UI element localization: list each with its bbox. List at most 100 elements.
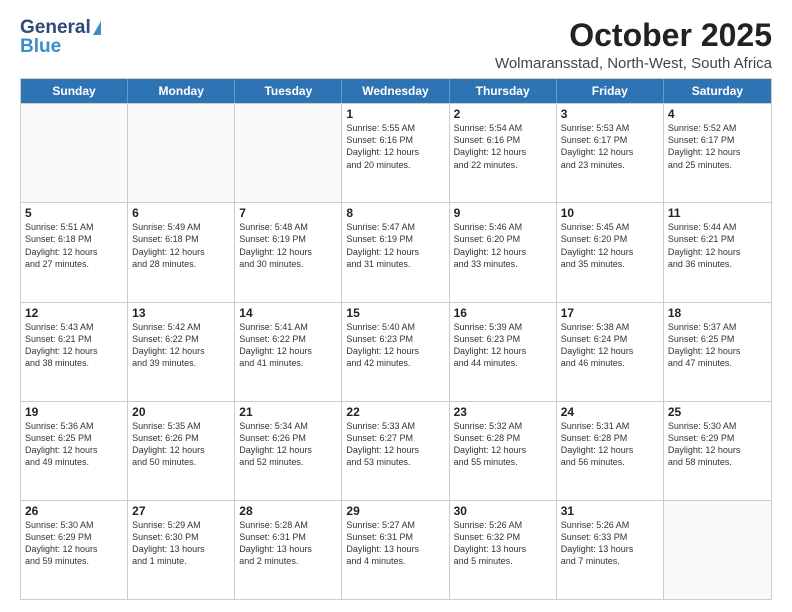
day-info: Sunrise: 5:26 AM Sunset: 6:32 PM Dayligh…: [454, 519, 552, 568]
table-row: 11Sunrise: 5:44 AM Sunset: 6:21 PM Dayli…: [664, 203, 771, 301]
day-number: 4: [668, 107, 767, 121]
table-row: 5Sunrise: 5:51 AM Sunset: 6:18 PM Daylig…: [21, 203, 128, 301]
day-info: Sunrise: 5:53 AM Sunset: 6:17 PM Dayligh…: [561, 122, 659, 171]
logo-blue: Blue: [20, 37, 61, 58]
day-info: Sunrise: 5:42 AM Sunset: 6:22 PM Dayligh…: [132, 321, 230, 370]
weekday-header-sunday: Sunday: [21, 79, 128, 103]
day-number: 23: [454, 405, 552, 419]
day-info: Sunrise: 5:51 AM Sunset: 6:18 PM Dayligh…: [25, 221, 123, 270]
day-number: 17: [561, 306, 659, 320]
day-number: 12: [25, 306, 123, 320]
day-number: 14: [239, 306, 337, 320]
day-number: 25: [668, 405, 767, 419]
day-info: Sunrise: 5:29 AM Sunset: 6:30 PM Dayligh…: [132, 519, 230, 568]
table-row: [664, 501, 771, 599]
day-number: 13: [132, 306, 230, 320]
calendar-week-3: 12Sunrise: 5:43 AM Sunset: 6:21 PM Dayli…: [21, 302, 771, 401]
day-number: 8: [346, 206, 444, 220]
table-row: 24Sunrise: 5:31 AM Sunset: 6:28 PM Dayli…: [557, 402, 664, 500]
day-number: 21: [239, 405, 337, 419]
page-header: General Blue October 2025 Wolmaransstad,…: [20, 18, 772, 72]
day-number: 15: [346, 306, 444, 320]
day-info: Sunrise: 5:44 AM Sunset: 6:21 PM Dayligh…: [668, 221, 767, 270]
calendar-grid: SundayMondayTuesdayWednesdayThursdayFrid…: [20, 78, 772, 600]
weekday-header-wednesday: Wednesday: [342, 79, 449, 103]
day-number: 16: [454, 306, 552, 320]
day-number: 3: [561, 107, 659, 121]
month-title: October 2025: [495, 18, 772, 53]
day-info: Sunrise: 5:43 AM Sunset: 6:21 PM Dayligh…: [25, 321, 123, 370]
table-row: 29Sunrise: 5:27 AM Sunset: 6:31 PM Dayli…: [342, 501, 449, 599]
table-row: 18Sunrise: 5:37 AM Sunset: 6:25 PM Dayli…: [664, 303, 771, 401]
day-info: Sunrise: 5:35 AM Sunset: 6:26 PM Dayligh…: [132, 420, 230, 469]
table-row: 13Sunrise: 5:42 AM Sunset: 6:22 PM Dayli…: [128, 303, 235, 401]
day-number: 27: [132, 504, 230, 518]
weekday-header-row: SundayMondayTuesdayWednesdayThursdayFrid…: [21, 79, 771, 103]
day-info: Sunrise: 5:54 AM Sunset: 6:16 PM Dayligh…: [454, 122, 552, 171]
day-info: Sunrise: 5:26 AM Sunset: 6:33 PM Dayligh…: [561, 519, 659, 568]
day-info: Sunrise: 5:48 AM Sunset: 6:19 PM Dayligh…: [239, 221, 337, 270]
calendar-week-5: 26Sunrise: 5:30 AM Sunset: 6:29 PM Dayli…: [21, 500, 771, 599]
table-row: 30Sunrise: 5:26 AM Sunset: 6:32 PM Dayli…: [450, 501, 557, 599]
table-row: 27Sunrise: 5:29 AM Sunset: 6:30 PM Dayli…: [128, 501, 235, 599]
table-row: 14Sunrise: 5:41 AM Sunset: 6:22 PM Dayli…: [235, 303, 342, 401]
day-number: 1: [346, 107, 444, 121]
table-row: 31Sunrise: 5:26 AM Sunset: 6:33 PM Dayli…: [557, 501, 664, 599]
day-info: Sunrise: 5:49 AM Sunset: 6:18 PM Dayligh…: [132, 221, 230, 270]
day-number: 6: [132, 206, 230, 220]
table-row: 7Sunrise: 5:48 AM Sunset: 6:19 PM Daylig…: [235, 203, 342, 301]
calendar-week-2: 5Sunrise: 5:51 AM Sunset: 6:18 PM Daylig…: [21, 202, 771, 301]
table-row: 15Sunrise: 5:40 AM Sunset: 6:23 PM Dayli…: [342, 303, 449, 401]
day-number: 7: [239, 206, 337, 220]
table-row: 21Sunrise: 5:34 AM Sunset: 6:26 PM Dayli…: [235, 402, 342, 500]
day-info: Sunrise: 5:30 AM Sunset: 6:29 PM Dayligh…: [668, 420, 767, 469]
day-info: Sunrise: 5:34 AM Sunset: 6:26 PM Dayligh…: [239, 420, 337, 469]
table-row: 12Sunrise: 5:43 AM Sunset: 6:21 PM Dayli…: [21, 303, 128, 401]
weekday-header-monday: Monday: [128, 79, 235, 103]
day-info: Sunrise: 5:39 AM Sunset: 6:23 PM Dayligh…: [454, 321, 552, 370]
day-info: Sunrise: 5:46 AM Sunset: 6:20 PM Dayligh…: [454, 221, 552, 270]
day-number: 19: [25, 405, 123, 419]
table-row: 17Sunrise: 5:38 AM Sunset: 6:24 PM Dayli…: [557, 303, 664, 401]
table-row: 20Sunrise: 5:35 AM Sunset: 6:26 PM Dayli…: [128, 402, 235, 500]
table-row: 19Sunrise: 5:36 AM Sunset: 6:25 PM Dayli…: [21, 402, 128, 500]
day-info: Sunrise: 5:55 AM Sunset: 6:16 PM Dayligh…: [346, 122, 444, 171]
weekday-header-friday: Friday: [557, 79, 664, 103]
weekday-header-saturday: Saturday: [664, 79, 771, 103]
day-info: Sunrise: 5:36 AM Sunset: 6:25 PM Dayligh…: [25, 420, 123, 469]
logo-triangle-icon: [93, 21, 101, 35]
day-info: Sunrise: 5:47 AM Sunset: 6:19 PM Dayligh…: [346, 221, 444, 270]
table-row: 26Sunrise: 5:30 AM Sunset: 6:29 PM Dayli…: [21, 501, 128, 599]
day-info: Sunrise: 5:28 AM Sunset: 6:31 PM Dayligh…: [239, 519, 337, 568]
location-subtitle: Wolmaransstad, North-West, South Africa: [495, 55, 772, 72]
day-info: Sunrise: 5:32 AM Sunset: 6:28 PM Dayligh…: [454, 420, 552, 469]
day-info: Sunrise: 5:52 AM Sunset: 6:17 PM Dayligh…: [668, 122, 767, 171]
day-info: Sunrise: 5:37 AM Sunset: 6:25 PM Dayligh…: [668, 321, 767, 370]
day-number: 22: [346, 405, 444, 419]
day-info: Sunrise: 5:40 AM Sunset: 6:23 PM Dayligh…: [346, 321, 444, 370]
table-row: 3Sunrise: 5:53 AM Sunset: 6:17 PM Daylig…: [557, 104, 664, 202]
table-row: [128, 104, 235, 202]
day-number: 30: [454, 504, 552, 518]
table-row: 25Sunrise: 5:30 AM Sunset: 6:29 PM Dayli…: [664, 402, 771, 500]
day-number: 20: [132, 405, 230, 419]
table-row: 23Sunrise: 5:32 AM Sunset: 6:28 PM Dayli…: [450, 402, 557, 500]
day-number: 31: [561, 504, 659, 518]
day-number: 5: [25, 206, 123, 220]
table-row: 6Sunrise: 5:49 AM Sunset: 6:18 PM Daylig…: [128, 203, 235, 301]
day-number: 26: [25, 504, 123, 518]
table-row: 10Sunrise: 5:45 AM Sunset: 6:20 PM Dayli…: [557, 203, 664, 301]
table-row: 1Sunrise: 5:55 AM Sunset: 6:16 PM Daylig…: [342, 104, 449, 202]
weekday-header-thursday: Thursday: [450, 79, 557, 103]
day-info: Sunrise: 5:45 AM Sunset: 6:20 PM Dayligh…: [561, 221, 659, 270]
day-info: Sunrise: 5:30 AM Sunset: 6:29 PM Dayligh…: [25, 519, 123, 568]
logo: General Blue: [20, 18, 101, 58]
day-info: Sunrise: 5:33 AM Sunset: 6:27 PM Dayligh…: [346, 420, 444, 469]
calendar-page: General Blue October 2025 Wolmaransstad,…: [0, 0, 792, 612]
day-info: Sunrise: 5:38 AM Sunset: 6:24 PM Dayligh…: [561, 321, 659, 370]
table-row: [21, 104, 128, 202]
weekday-header-tuesday: Tuesday: [235, 79, 342, 103]
table-row: 4Sunrise: 5:52 AM Sunset: 6:17 PM Daylig…: [664, 104, 771, 202]
day-number: 11: [668, 206, 767, 220]
calendar-week-1: 1Sunrise: 5:55 AM Sunset: 6:16 PM Daylig…: [21, 103, 771, 202]
